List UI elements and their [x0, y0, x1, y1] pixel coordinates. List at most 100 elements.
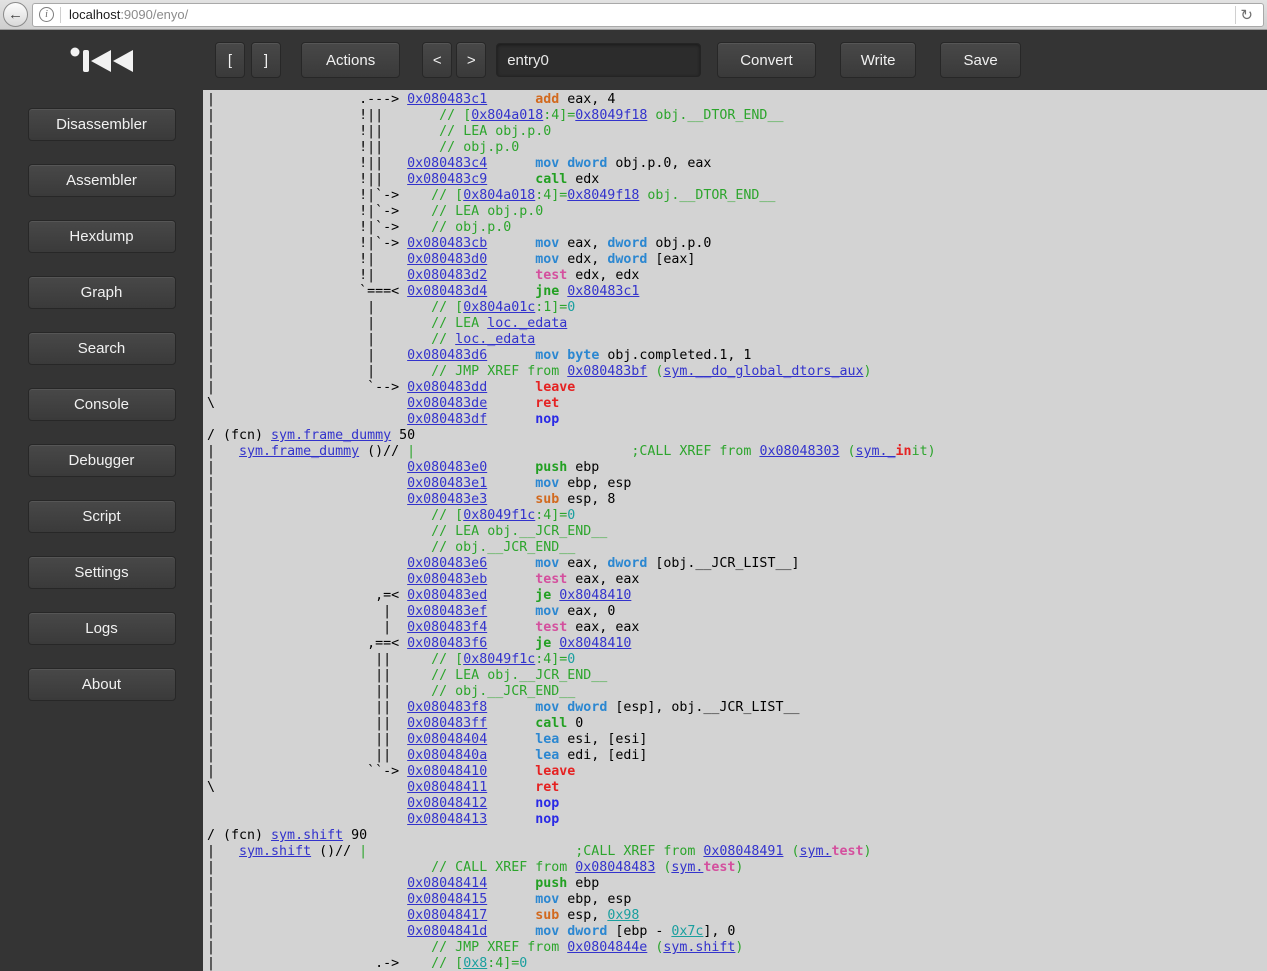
address-link[interactable]: 0x8049f1c: [463, 652, 535, 667]
sidebar-item-hexdump[interactable]: Hexdump: [27, 220, 176, 253]
address-link[interactable]: sym.frame_dummy: [271, 428, 391, 443]
address-link[interactable]: 0x80483c1: [567, 284, 639, 299]
address-link[interactable]: sym.shift: [239, 844, 311, 859]
asm-text: [487, 460, 535, 475]
asm-text: | !|: [207, 268, 408, 283]
address-link[interactable]: 0x080483de: [407, 396, 487, 411]
address-link[interactable]: 0x080483ff: [407, 716, 487, 731]
address-link[interactable]: 0x080483cb: [407, 236, 487, 251]
address-link[interactable]: 0x080483e0: [407, 460, 487, 475]
sidebar-item-debugger[interactable]: Debugger: [27, 444, 176, 477]
asm-text: | |: [207, 620, 408, 635]
address-link[interactable]: 0x804a01c: [463, 300, 535, 315]
address-link[interactable]: sym.shift: [271, 828, 343, 843]
address-link[interactable]: 0x080483eb: [407, 572, 487, 587]
address-link[interactable]: 0x080483dd: [407, 380, 487, 395]
address-link[interactable]: 0x080483d0: [407, 252, 487, 267]
address-link[interactable]: 0x080483e6: [407, 556, 487, 571]
asm-text: (: [839, 444, 856, 459]
address-link[interactable]: 0x0804844e: [567, 940, 647, 955]
address-link[interactable]: 0x080483f4: [407, 620, 487, 635]
write-button[interactable]: Write: [839, 42, 917, 78]
address-link[interactable]: 0x804a018: [471, 108, 543, 123]
address-link[interactable]: 0x08048404: [407, 732, 487, 747]
address-link[interactable]: 0x08048483: [575, 860, 655, 875]
asm-text: ): [735, 860, 744, 875]
address-link[interactable]: 0x08048415: [407, 892, 487, 907]
sidebar-item-assembler[interactable]: Assembler: [27, 164, 176, 197]
address-link[interactable]: sym.: [799, 844, 831, 859]
address-link[interactable]: 0x080483ed: [407, 588, 487, 603]
address-link[interactable]: sym.frame_dummy: [239, 444, 359, 459]
address-link[interactable]: 0x080483d4: [407, 284, 487, 299]
address-link[interactable]: loc._edata: [455, 332, 535, 347]
address-link[interactable]: 0x08048417: [407, 908, 487, 923]
sidebar-item-script[interactable]: Script: [27, 500, 176, 533]
seek-next-button[interactable]: >: [456, 42, 487, 78]
asm-text: // LEA: [431, 316, 488, 331]
sidebar-item-graph[interactable]: Graph: [27, 276, 176, 309]
actions-button[interactable]: Actions: [301, 42, 401, 78]
bracket-close-button[interactable]: ]: [251, 42, 281, 78]
address-link[interactable]: 0x080483e1: [407, 476, 487, 491]
address-link[interactable]: 0x8049f1c: [463, 508, 535, 523]
asm-text: dword: [607, 236, 648, 251]
address-link[interactable]: 0x080483d2: [407, 268, 487, 283]
address-link[interactable]: 0x08048411: [407, 780, 487, 795]
address-link[interactable]: 0x0804841d: [407, 924, 487, 939]
address-link[interactable]: 0x080483df: [407, 412, 487, 427]
address-link[interactable]: 0x08048303: [759, 444, 839, 459]
value-link[interactable]: 0x7c: [671, 924, 703, 939]
bracket-open-button[interactable]: [: [215, 42, 245, 78]
address-link[interactable]: sym.: [671, 860, 703, 875]
address-link[interactable]: 0x080483c4: [407, 156, 487, 171]
sidebar-item-logs[interactable]: Logs: [27, 612, 176, 645]
sidebar-item-console[interactable]: Console: [27, 388, 176, 421]
address-link[interactable]: 0x080483ef: [407, 604, 487, 619]
address-link[interactable]: 0x080483bf: [567, 364, 647, 379]
disassembly-listing: | .---> 0x080483c1 add eax, 4 | !|| // […: [203, 90, 1267, 971]
sidebar-item-settings[interactable]: Settings: [27, 556, 176, 589]
asm-text: [487, 412, 535, 427]
disassembly-pane[interactable]: | .---> 0x080483c1 add eax, 4 | !|| // […: [203, 90, 1267, 971]
save-button[interactable]: Save: [940, 42, 1021, 78]
asm-text: [487, 252, 535, 267]
address-link[interactable]: 0x08048413: [407, 812, 487, 827]
address-link[interactable]: 0x080483c9: [407, 172, 487, 187]
address-link[interactable]: 0x08048414: [407, 876, 487, 891]
address-link[interactable]: 0x080483d6: [407, 348, 487, 363]
address-link[interactable]: 0x8049f18: [567, 188, 639, 203]
address-link[interactable]: 0x080483e3: [407, 492, 487, 507]
value-link[interactable]: 0x98: [607, 908, 639, 923]
asm-text: // [: [431, 508, 464, 523]
address-link[interactable]: 0x08048410: [407, 764, 487, 779]
address-link[interactable]: 0x8048410: [559, 588, 631, 603]
sidebar-item-about[interactable]: About: [27, 668, 176, 701]
reload-button[interactable]: ↻: [1235, 5, 1257, 24]
url-bar[interactable]: i localhost :9090/enyo/ ↻: [32, 2, 1264, 27]
convert-button[interactable]: Convert: [717, 42, 816, 78]
value-link[interactable]: 0x8: [463, 956, 487, 971]
url-host: localhost: [69, 7, 121, 22]
asm-text: [487, 172, 535, 187]
address-link[interactable]: 0x080483f6: [407, 636, 487, 651]
address-link[interactable]: 0x804a018: [463, 188, 535, 203]
info-icon[interactable]: i: [39, 7, 54, 22]
sidebar-item-disassembler[interactable]: Disassembler: [27, 108, 176, 141]
address-link[interactable]: sym._: [856, 444, 896, 459]
address-link[interactable]: sym.shift: [663, 940, 735, 955]
asm-text: esp,: [559, 908, 608, 923]
address-link[interactable]: loc._edata: [487, 316, 567, 331]
address-link[interactable]: 0x08048412: [407, 796, 487, 811]
address-link[interactable]: sym.__do_global_dtors_aux: [663, 364, 863, 379]
seek-input[interactable]: [496, 43, 702, 77]
address-link[interactable]: 0x080483c1: [407, 92, 487, 107]
address-link[interactable]: 0x08048491: [703, 844, 783, 859]
address-link[interactable]: 0x8049f18: [575, 108, 647, 123]
address-link[interactable]: 0x0804840a: [407, 748, 487, 763]
sidebar-item-search[interactable]: Search: [27, 332, 176, 365]
back-button[interactable]: ←: [3, 2, 28, 27]
address-link[interactable]: 0x8048410: [559, 636, 631, 651]
seek-prev-button[interactable]: <: [422, 42, 453, 78]
address-link[interactable]: 0x080483f8: [407, 700, 487, 715]
